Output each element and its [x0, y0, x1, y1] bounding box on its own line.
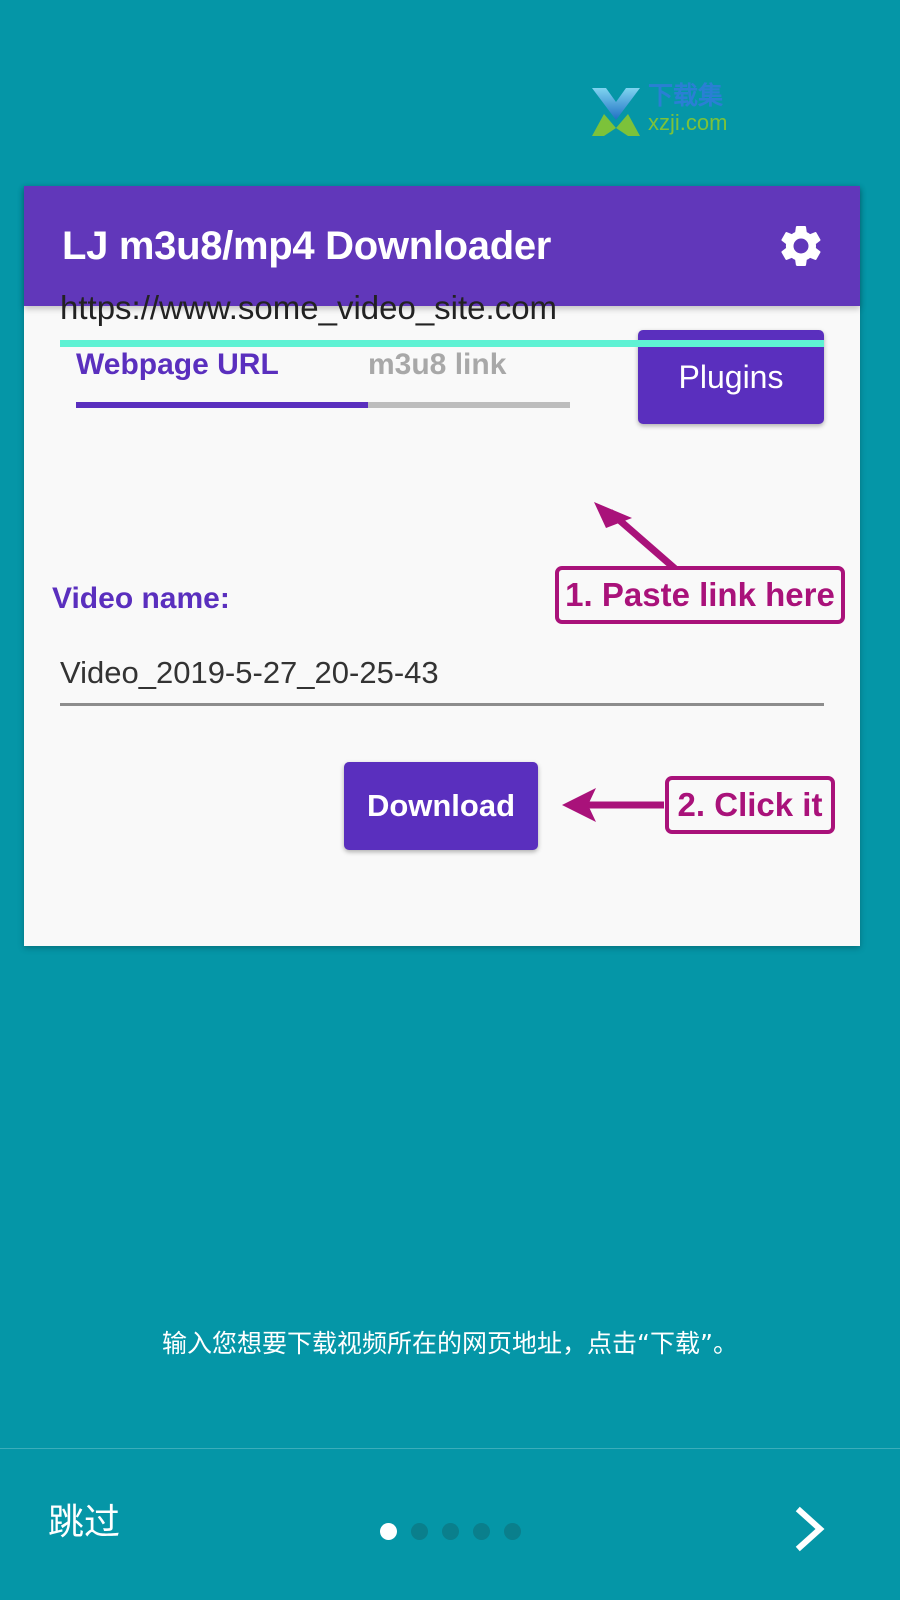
page-dot[interactable]	[503, 1523, 521, 1540]
video-name-input[interactable]: Video_2019-5-27_20-25-43	[60, 652, 824, 694]
page-dot[interactable]	[472, 1523, 490, 1540]
annotation-click-it: 2. Click it	[665, 776, 835, 834]
bottom-nav: 跳过	[0, 1448, 900, 1600]
page-dot[interactable]	[410, 1523, 428, 1540]
settings-button[interactable]	[776, 221, 826, 271]
url-input-group: https://www.some_video_site.com	[60, 286, 824, 347]
video-name-label: Video name:	[52, 582, 230, 615]
watermark-text-en: xzji.com	[648, 110, 728, 135]
video-name-input-group: Video_2019-5-27_20-25-43	[60, 652, 824, 706]
url-input[interactable]: https://www.some_video_site.com	[60, 286, 824, 330]
tab-webpage-url[interactable]: Webpage URL	[76, 348, 368, 382]
url-input-underline	[60, 340, 824, 347]
gear-icon	[781, 225, 821, 267]
tab-underline	[76, 402, 570, 408]
page-indicator-dots	[0, 1523, 900, 1540]
next-button[interactable]	[792, 1505, 828, 1553]
tab-underline-active	[76, 402, 368, 408]
annotation-arrow-click-icon	[562, 788, 664, 822]
annotation-paste-link-here: 1. Paste link here	[555, 566, 845, 624]
page-dot[interactable]	[441, 1523, 459, 1540]
chevron-right-icon	[795, 1506, 825, 1552]
bottom-hint-text: 输入您想要下载视频所在的网页地址，点击“下载”。	[162, 1329, 738, 1358]
page-dot[interactable]	[379, 1523, 397, 1540]
download-button[interactable]: Download	[344, 762, 538, 850]
watermark-text-cn: 下载集	[648, 81, 724, 110]
video-name-input-underline	[60, 703, 824, 706]
watermark: 下载集 xzji.com	[588, 81, 728, 140]
tab-bar: Webpage URL m3u8 link	[76, 348, 570, 408]
tab-m3u8-link[interactable]: m3u8 link	[368, 348, 506, 382]
app-title: LJ m3u8/mp4 Downloader	[62, 223, 552, 268]
download-arrow-logo-icon	[592, 88, 640, 136]
